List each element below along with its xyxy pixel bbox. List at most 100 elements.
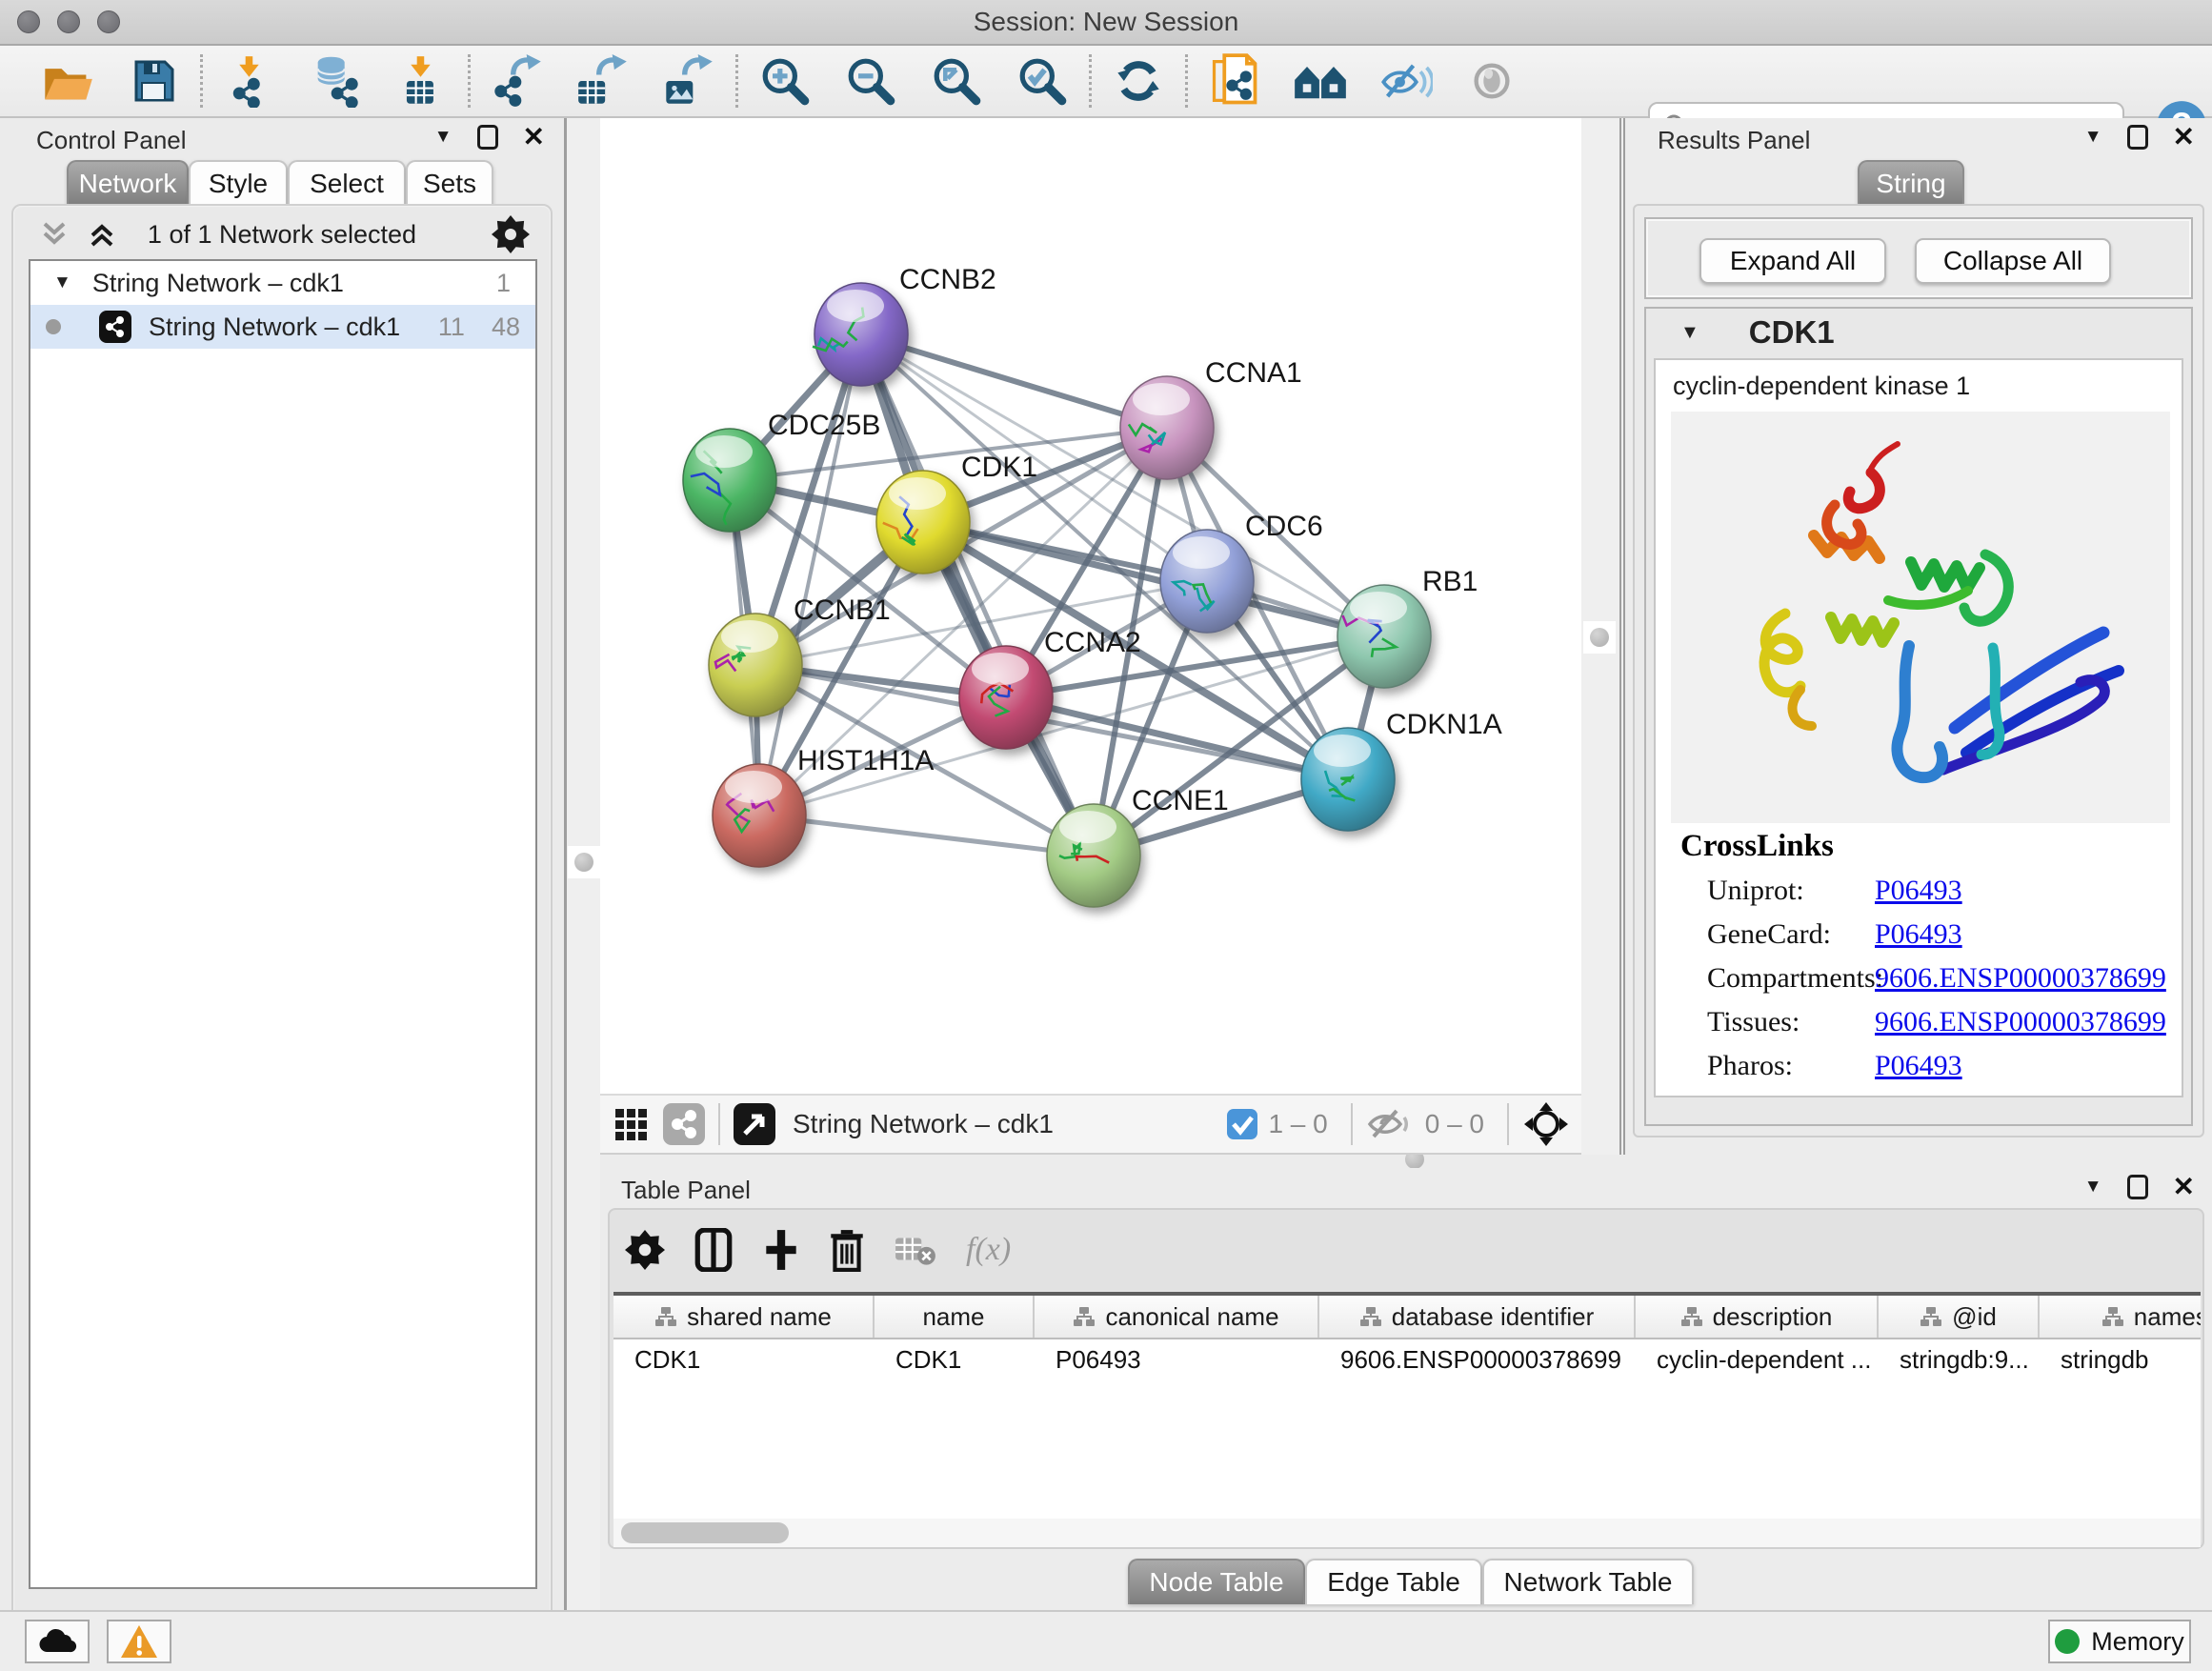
warning-button[interactable] bbox=[107, 1620, 171, 1663]
table-cell[interactable]: cyclin-dependent ... bbox=[1636, 1345, 1879, 1375]
network-node-CCNB1[interactable] bbox=[709, 614, 802, 716]
table-cell[interactable]: P06493 bbox=[1035, 1345, 1319, 1375]
panel-collapse-icon[interactable]: ▼ bbox=[434, 127, 452, 148]
network-node-CDC25B[interactable] bbox=[683, 429, 776, 532]
scrollbar-thumb[interactable] bbox=[621, 1522, 789, 1543]
refresh-view-icon[interactable] bbox=[1096, 50, 1181, 111]
network-node-RB1[interactable] bbox=[1337, 585, 1431, 688]
export-table-icon[interactable] bbox=[560, 50, 646, 111]
tab-select[interactable]: Select bbox=[288, 160, 406, 206]
network-edge[interactable] bbox=[861, 334, 1167, 428]
network-node-CDK1[interactable] bbox=[876, 471, 970, 574]
table-cell[interactable]: stringdb bbox=[2040, 1345, 2201, 1375]
crosslink-link[interactable]: P06493 bbox=[1875, 1050, 1962, 1082]
view-grid-icon[interactable] bbox=[612, 1105, 650, 1143]
column-header-databaseidentifier[interactable]: database identifier bbox=[1319, 1296, 1636, 1338]
memory-status-dot bbox=[2055, 1629, 2080, 1654]
panel-collapse-icon[interactable]: ▼ bbox=[2084, 1177, 2102, 1198]
import-network-file-icon[interactable] bbox=[207, 50, 292, 111]
panel-float-icon[interactable] bbox=[2127, 1175, 2148, 1199]
panel-float-icon[interactable] bbox=[477, 125, 498, 150]
tree-expand-icon[interactable]: ▼ bbox=[53, 272, 71, 293]
network-edge[interactable] bbox=[759, 334, 861, 815]
network-node-CCNA2[interactable] bbox=[959, 646, 1053, 749]
panel-collapse-icon[interactable]: ▼ bbox=[2084, 127, 2102, 148]
left-splitter[interactable] bbox=[564, 118, 600, 1610]
table-cell[interactable]: CDK1 bbox=[613, 1345, 875, 1375]
network-node-CCNB2[interactable] bbox=[813, 283, 908, 386]
clipboard-network-icon[interactable] bbox=[1192, 50, 1277, 111]
table-cell[interactable]: CDK1 bbox=[875, 1345, 1035, 1375]
import-table-icon[interactable] bbox=[378, 50, 464, 111]
panel-close-icon[interactable]: ✕ bbox=[2173, 1174, 2195, 1200]
crosslink-link[interactable]: 9606.ENSP00000378699 bbox=[1875, 962, 2166, 995]
tab-node-table[interactable]: Node Table bbox=[1128, 1559, 1305, 1604]
right-splitter[interactable] bbox=[1581, 118, 1625, 1155]
expand-all-button[interactable]: Expand All bbox=[1699, 238, 1886, 284]
gear-icon[interactable] bbox=[625, 1230, 665, 1270]
save-session-icon[interactable] bbox=[111, 50, 196, 111]
home-icon[interactable] bbox=[1277, 50, 1363, 111]
tab-network-table[interactable]: Network Table bbox=[1482, 1559, 1694, 1604]
panel-close-icon[interactable]: ✕ bbox=[523, 124, 545, 151]
columns-icon[interactable] bbox=[694, 1228, 734, 1272]
memory-button[interactable]: Memory bbox=[2048, 1620, 2191, 1663]
network-canvas[interactable]: CCNB2CCNA1CDC25BCDK1CDC6RB1CCNB1CCNA2CDK… bbox=[600, 118, 1581, 1094]
network-node-CDC6[interactable] bbox=[1160, 530, 1254, 633]
tab-string[interactable]: String bbox=[1858, 160, 1964, 206]
collapse-all-button[interactable]: Collapse All bbox=[1915, 238, 2111, 284]
splitter-handle[interactable] bbox=[574, 853, 593, 872]
network-collection-row[interactable]: ▼ String Network – cdk1 1 bbox=[30, 261, 535, 305]
section-collapse-icon[interactable]: ▼ bbox=[1680, 322, 1699, 344]
table-row[interactable]: CDK1CDK1P064939606.ENSP00000378699cyclin… bbox=[613, 1339, 2201, 1379]
table-cell[interactable]: 9606.ENSP00000378699 bbox=[1319, 1345, 1636, 1375]
crosslink-link[interactable]: P06493 bbox=[1875, 918, 1962, 951]
table-h-scrollbar[interactable] bbox=[613, 1519, 2201, 1547]
zoom-in-icon[interactable] bbox=[742, 50, 828, 111]
main-toolbar: ? bbox=[0, 46, 2212, 118]
zoom-out-icon[interactable] bbox=[828, 50, 914, 111]
tab-sets[interactable]: Sets bbox=[406, 160, 493, 206]
navigate-crosshair-icon[interactable] bbox=[1522, 1100, 1570, 1148]
column-header-namespace[interactable]: namespace bbox=[2040, 1296, 2201, 1338]
memory-label: Memory bbox=[2091, 1627, 2184, 1657]
network-edge[interactable] bbox=[759, 815, 1094, 856]
cloud-button[interactable] bbox=[25, 1620, 90, 1663]
export-network-icon[interactable] bbox=[474, 50, 560, 111]
network-node-CCNA1[interactable] bbox=[1120, 376, 1214, 479]
birds-eye-view-icon[interactable] bbox=[734, 1103, 775, 1145]
selected-checkbox-icon[interactable] bbox=[1226, 1108, 1258, 1140]
import-network-database-icon[interactable] bbox=[292, 50, 378, 111]
column-header-name[interactable]: name bbox=[875, 1296, 1035, 1338]
network-row-selected[interactable]: String Network – cdk1 11 48 bbox=[30, 305, 535, 349]
splitter-handle[interactable] bbox=[1590, 628, 1609, 647]
network-node-CDKN1A[interactable] bbox=[1301, 728, 1395, 831]
column-header-id[interactable]: @id bbox=[1879, 1296, 2040, 1338]
column-header-sharedname[interactable]: shared name bbox=[613, 1296, 875, 1338]
string-badge-icon[interactable] bbox=[663, 1103, 705, 1145]
panel-float-icon[interactable] bbox=[2127, 125, 2148, 150]
zoom-selected-icon[interactable] bbox=[999, 50, 1085, 111]
node-label-CDC25B: CDC25B bbox=[768, 410, 880, 441]
table-cell[interactable]: stringdb:9... bbox=[1879, 1345, 2040, 1375]
zoom-fit-icon[interactable] bbox=[914, 50, 999, 111]
crosslink-link[interactable]: 9606.ENSP00000378699 bbox=[1875, 1006, 2166, 1038]
add-column-icon[interactable] bbox=[762, 1228, 800, 1272]
gene-section-header[interactable]: ▼ CDK1 bbox=[1646, 309, 2191, 356]
tab-network[interactable]: Network bbox=[67, 160, 189, 206]
network-node-CCNE1[interactable] bbox=[1047, 804, 1140, 907]
open-session-icon[interactable] bbox=[25, 50, 111, 111]
network-view-toolbar: String Network – cdk1 1 – 0 0 – 0 bbox=[600, 1094, 1581, 1155]
column-header-canonicalname[interactable]: canonical name bbox=[1035, 1296, 1319, 1338]
hide-selected-icon[interactable] bbox=[1363, 50, 1449, 111]
column-header-description[interactable]: description bbox=[1636, 1296, 1879, 1338]
network-options-gear-icon[interactable] bbox=[492, 215, 530, 253]
delete-column-icon[interactable] bbox=[829, 1228, 865, 1272]
panel-close-icon[interactable]: ✕ bbox=[2173, 124, 2195, 151]
horizontal-splitter[interactable] bbox=[600, 1155, 2212, 1168]
crosslink-link[interactable]: P06493 bbox=[1875, 875, 1962, 907]
tab-edge-table[interactable]: Edge Table bbox=[1305, 1559, 1482, 1604]
export-image-icon[interactable] bbox=[646, 50, 732, 111]
tab-style[interactable]: Style bbox=[189, 160, 288, 206]
network-node-HIST1H1A[interactable] bbox=[713, 764, 806, 867]
